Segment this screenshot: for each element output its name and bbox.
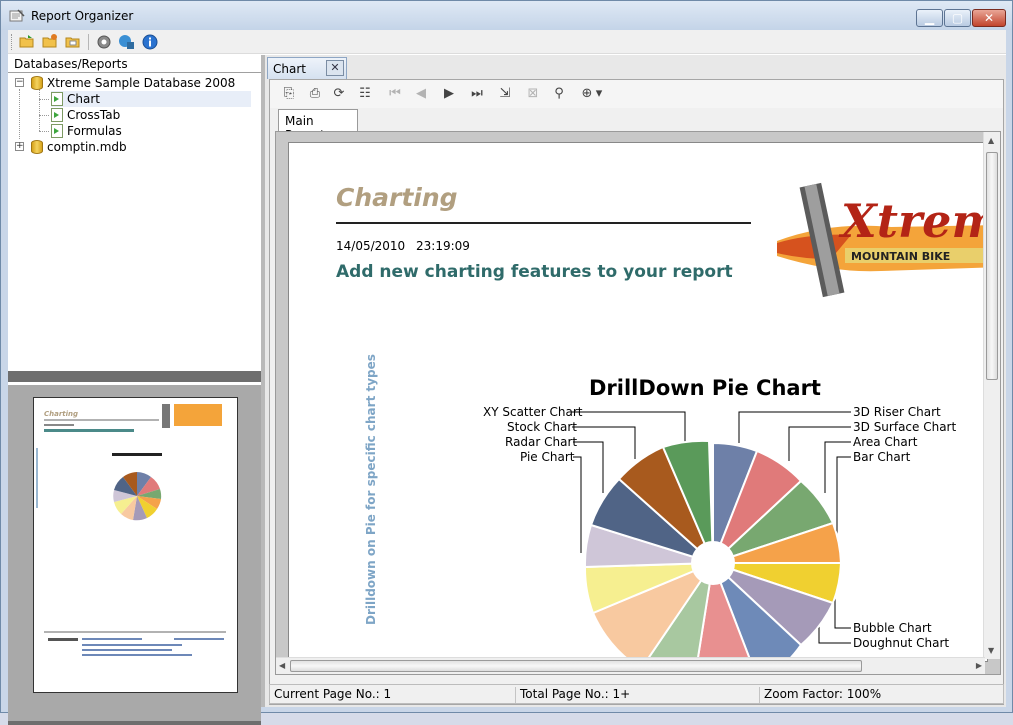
page-thumbnail[interactable]: Charting	[33, 397, 238, 693]
info-icon[interactable]	[141, 33, 159, 51]
viewer-status-bar: Current Page No.: 1 Total Page No.: 1+ Z…	[269, 684, 1004, 704]
open-folder-icon[interactable]	[18, 33, 36, 51]
minimize-button[interactable]: ▁	[916, 9, 943, 27]
close-icon: ✕	[983, 11, 995, 25]
goto-page-icon[interactable]: ⇲	[496, 85, 514, 103]
tree-item-chart[interactable]: Chart	[51, 91, 251, 107]
scroll-down-icon[interactable]: ▼	[988, 646, 994, 655]
close-button[interactable]: ✕	[972, 9, 1006, 27]
report-canvas: Charting 14/05/2010 23:19:09 Add new cha…	[275, 131, 1001, 675]
refresh-icon[interactable]: ⟳	[330, 85, 348, 103]
tree-item-label: comptin.mdb	[47, 140, 127, 154]
databases-reports-header: Databases/Reports	[8, 55, 261, 73]
tab-close-icon[interactable]: ✕	[326, 60, 344, 76]
bottom-splitter	[8, 721, 261, 725]
collapse-toggle[interactable]: −	[15, 78, 24, 87]
tab-label: Chart	[273, 62, 306, 76]
client-area: Databases/Reports − Xtreme Sample Databa…	[8, 30, 1006, 725]
report-viewer: ⎘ ⎙ ⟳ ☷ ⏮ ◀ ▶ ⏭ ⇲ ⊠ ⚲ ⊕ ▾ Main Report	[269, 79, 1004, 705]
tree-item-label: Formulas	[67, 124, 122, 138]
browse-folder-icon[interactable]	[64, 33, 82, 51]
document-area: Chart ✕ ⎘ ⎙ ⟳ ☷ ⏮ ◀ ▶ ⏭ ⇲ ⊠ ⚲ ⊕ ▾ Main C…	[265, 55, 1006, 707]
title-bar[interactable]: Report Organizer ▁ ▢ ✕	[1, 1, 1012, 30]
viewer-toolbar: ⎘ ⎙ ⟳ ☷ ⏮ ◀ ▶ ⏭ ⇲ ⊠ ⚲ ⊕ ▾	[270, 80, 1003, 108]
total-page-status: Total Page No.: 1+	[518, 687, 760, 703]
tab-main-report[interactable]: Main Report	[278, 109, 358, 142]
report-page: Charting 14/05/2010 23:19:09 Add new cha…	[288, 142, 988, 662]
maximize-icon: ▢	[951, 11, 964, 25]
horizontal-scrollbar[interactable]: ◀ ▶	[276, 657, 985, 674]
vertical-scrollbar[interactable]: ▲ ▼	[983, 132, 1000, 659]
left-pane: Databases/Reports − Xtreme Sample Databa…	[8, 55, 261, 725]
pie-center	[691, 541, 735, 585]
scroll-up-icon[interactable]: ▲	[988, 136, 994, 145]
expand-toggle[interactable]: +	[15, 142, 24, 151]
report-icon	[51, 108, 63, 122]
app-icon	[9, 9, 25, 22]
database-connect-icon[interactable]	[118, 33, 136, 51]
report-icon	[51, 124, 63, 138]
new-folder-icon[interactable]	[41, 33, 59, 51]
pie-chart	[571, 411, 851, 661]
database-icon	[31, 140, 43, 154]
thumbnail-image: Charting	[36, 404, 226, 656]
scroll-right-icon[interactable]: ▶	[976, 661, 982, 670]
current-page-status: Current Page No.: 1	[272, 687, 516, 703]
stop-icon[interactable]: ⊠	[524, 85, 542, 103]
tree-item-label: Chart	[67, 92, 100, 106]
zoom-status: Zoom Factor: 100%	[764, 687, 882, 701]
previous-page-icon[interactable]: ◀	[412, 85, 430, 103]
database-icon	[31, 76, 43, 90]
svg-text:Charting: Charting	[44, 410, 78, 418]
tree-item-label: CrossTab	[67, 108, 121, 122]
window-title: Report Organizer	[31, 9, 134, 23]
vertical-scroll-thumb[interactable]	[986, 152, 998, 380]
tree-item-xtreme-database[interactable]: Xtreme Sample Database 2008	[31, 75, 235, 91]
horizontal-splitter[interactable]	[8, 371, 261, 382]
database-tree: − Xtreme Sample Database 2008 Chart Cros…	[8, 75, 261, 371]
main-toolbar	[8, 30, 1006, 54]
scroll-left-icon[interactable]: ◀	[279, 661, 285, 670]
tree-item-formulas[interactable]: Formulas	[51, 123, 122, 139]
tree-item-comptin[interactable]: comptin.mdb	[31, 139, 127, 155]
horizontal-scroll-thumb[interactable]	[290, 660, 862, 672]
maximize-button[interactable]: ▢	[944, 9, 971, 27]
report-icon	[51, 92, 63, 106]
toolbar-separator	[88, 34, 89, 50]
report-organizer-window: Report Organizer ▁ ▢ ✕ Databases/Reports…	[0, 0, 1013, 725]
minimize-icon: ▁	[924, 11, 935, 25]
find-icon[interactable]: ⚲	[550, 85, 568, 103]
group-tree-icon[interactable]: ☷	[356, 85, 374, 103]
tree-item-crosstab[interactable]: CrossTab	[51, 107, 120, 123]
zoom-dropdown-chevron-icon[interactable]: ▾	[594, 85, 604, 103]
tree-item-label: Xtreme Sample Database 2008	[47, 76, 236, 90]
next-page-icon[interactable]: ▶	[440, 85, 458, 103]
settings-icon[interactable]	[95, 33, 113, 51]
thumbnail-preview-pane: Charting	[8, 385, 261, 721]
toolbar-grip[interactable]	[11, 34, 14, 50]
first-page-icon[interactable]: ⏮	[386, 85, 404, 103]
tab-chart[interactable]: Chart ✕	[267, 57, 347, 79]
export-icon[interactable]: ⎘	[280, 85, 298, 103]
print-icon[interactable]: ⎙	[306, 85, 324, 103]
last-page-icon[interactable]: ⏭	[468, 85, 486, 103]
